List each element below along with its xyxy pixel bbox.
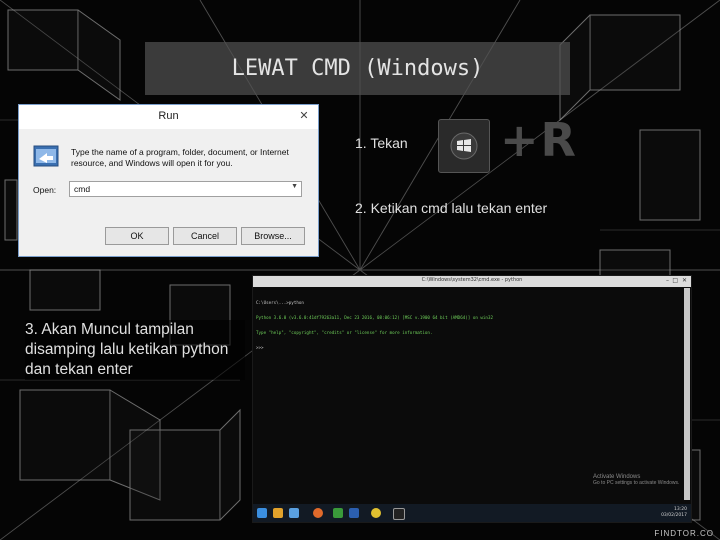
explorer-icon[interactable] xyxy=(273,508,283,518)
people-icon[interactable] xyxy=(289,508,299,518)
footer-watermark: FINDTOR.CO xyxy=(654,529,714,538)
excel-icon[interactable] xyxy=(333,508,343,518)
cmd-icon[interactable] xyxy=(393,508,405,520)
step-3-text: 3. Akan Muncul tampilan disamping lalu k… xyxy=(25,320,245,380)
step-1-text: 1. Tekan xyxy=(355,135,408,151)
activate-windows-watermark: Activate Windows Go to PC settings to ac… xyxy=(593,474,679,486)
run-dialog: Run ✕ Type the name of a program, folder… xyxy=(18,104,319,257)
run-titlebar: Run ✕ xyxy=(19,105,318,129)
console-line: Type "help", "copyright", "credits" or "… xyxy=(256,330,433,335)
close-icon[interactable]: ✕ xyxy=(294,108,314,124)
slide-title: LEWAT CMD (Windows) xyxy=(231,56,484,81)
start-icon[interactable] xyxy=(257,508,267,518)
cmd-window-title: C:\Windows\system32\cmd.exe - python xyxy=(421,277,523,283)
clock-date: 03/02/2017 xyxy=(661,513,687,518)
browse-button[interactable]: Browse... xyxy=(241,227,305,245)
cancel-button[interactable]: Cancel xyxy=(173,227,237,245)
step-2-text: 2. Ketikan cmd lalu tekan enter xyxy=(355,200,548,216)
run-window-title: Run xyxy=(158,110,179,122)
taskbar-clock[interactable]: 13:20 03/02/2017 xyxy=(661,507,687,519)
open-input-value: cmd xyxy=(74,184,91,194)
taskbar: 13:20 03/02/2017 xyxy=(253,504,691,522)
chrome-icon[interactable] xyxy=(371,508,381,518)
cmd-console-output[interactable]: C:\Users\...>python Python 3.6.0 (v3.6.0… xyxy=(256,290,676,498)
cmd-titlebar: C:\Windows\system32\cmd.exe - python – □… xyxy=(253,276,691,287)
cmd-scrollbar[interactable] xyxy=(684,288,690,500)
firefox-icon[interactable] xyxy=(313,508,323,518)
console-line: Python 3.6.0 (v3.6.0:41df79263a11, Dec 2… xyxy=(256,315,493,320)
plus-r-hotkey: +R xyxy=(500,113,578,167)
cmd-screenshot: C:\Windows\system32\cmd.exe - python – □… xyxy=(252,275,692,523)
open-input[interactable]: cmd ▼ xyxy=(69,181,302,197)
close-icon[interactable]: ✕ xyxy=(682,277,687,284)
word-icon[interactable] xyxy=(349,508,359,518)
watermark-line-2: Go to PC settings to activate Windows. xyxy=(593,480,680,486)
maximize-icon[interactable]: □ xyxy=(672,277,678,284)
chevron-down-icon[interactable]: ▼ xyxy=(291,183,298,190)
open-label: Open: xyxy=(33,185,57,195)
console-line: C:\Users\...>python xyxy=(256,300,304,305)
run-program-icon xyxy=(33,145,59,167)
slide-title-banner: LEWAT CMD (Windows) xyxy=(145,42,570,95)
ok-button[interactable]: OK xyxy=(105,227,169,245)
windows-logo-icon xyxy=(438,119,490,173)
console-line: >>> xyxy=(256,345,267,350)
minimize-icon[interactable]: – xyxy=(666,277,669,284)
run-description: Type the name of a program, folder, docu… xyxy=(71,147,289,168)
